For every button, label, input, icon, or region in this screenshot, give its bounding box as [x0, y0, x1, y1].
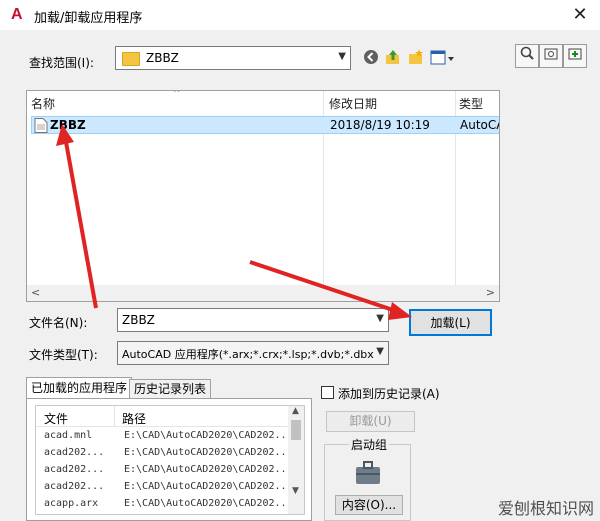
- file-date: 2018/8/19 10:19: [330, 118, 430, 132]
- filetype-value: AutoCAD 应用程序(*.arx;*.crx;*.lsp;*.dvb;*.d…: [122, 348, 374, 361]
- filename-value: ZBBZ: [122, 313, 155, 327]
- list-item[interactable]: acad202... E:\CAD\AutoCAD2020\CAD202...: [36, 447, 293, 464]
- unload-button[interactable]: 卸载(U): [326, 411, 415, 432]
- filename-label: 文件名(N):: [29, 316, 88, 330]
- chevron-down-icon[interactable]: ▼: [376, 346, 384, 357]
- back-icon[interactable]: [362, 49, 380, 67]
- contents-button[interactable]: 内容(O)...: [335, 495, 403, 515]
- watermark: 爱刨根知识网: [497, 499, 594, 518]
- lookin-value: ZBBZ: [146, 51, 179, 65]
- file-type: AutoCA: [460, 118, 499, 132]
- file-row[interactable]: ZBBZ 2018/8/19 10:19 AutoCA: [31, 116, 499, 134]
- scroll-left-icon[interactable]: <: [31, 286, 40, 299]
- folder-icon: [122, 52, 140, 66]
- scroll-down-icon[interactable]: ▼: [292, 486, 299, 496]
- column-type-header[interactable]: 类型: [459, 95, 483, 112]
- startup-suite-group: 启动组 内容(O)...: [324, 436, 411, 521]
- tab-loaded-apps[interactable]: 已加载的应用程序: [26, 377, 133, 400]
- column-name-header[interactable]: 名称: [31, 95, 55, 112]
- find-icon[interactable]: [515, 44, 539, 68]
- window-title: 加载/卸载应用程序: [34, 11, 143, 26]
- new-folder-icon[interactable]: [407, 49, 425, 67]
- list-item[interactable]: acapp.arx E:\CAD\AutoCAD2020\CAD202...: [36, 498, 293, 514]
- list-item[interactable]: acad202... E:\CAD\AutoCAD2020\CAD202...: [36, 464, 293, 481]
- file-icon: [34, 118, 48, 133]
- up-folder-icon[interactable]: [384, 49, 402, 67]
- lookin-combo[interactable]: ZBBZ ▼: [115, 46, 351, 70]
- vertical-scrollbar[interactable]: ▲ ▼: [288, 406, 304, 514]
- views-icon[interactable]: [430, 49, 456, 67]
- chevron-down-icon[interactable]: ▼: [376, 313, 384, 324]
- add-history-label: 添加到历史记录(A): [338, 387, 440, 401]
- scroll-up-icon[interactable]: ▲: [292, 406, 299, 416]
- list-item[interactable]: acad202... E:\CAD\AutoCAD2020\CAD202...: [36, 481, 293, 498]
- loaded-apps-panel: 文件 路径 acad.mnl E:\CAD\AutoCAD2020\CAD202.…: [26, 398, 312, 521]
- horizontal-scrollbar[interactable]: < >: [27, 285, 499, 301]
- autocad-logo-icon: A: [11, 6, 23, 23]
- sort-up-icon: ^: [173, 90, 181, 99]
- chevron-down-icon: ▼: [338, 51, 346, 62]
- add-icon[interactable]: [563, 44, 587, 68]
- load-button[interactable]: 加载(L): [409, 309, 492, 336]
- filetype-combo[interactable]: AutoCAD 应用程序(*.arx;*.crx;*.lsp;*.dvb;*.d…: [117, 341, 389, 365]
- column-date-header[interactable]: 修改日期: [329, 95, 377, 112]
- startup-suite-label: 启动组: [349, 436, 390, 453]
- filename-combo[interactable]: ZBBZ ▼: [117, 308, 389, 332]
- column-file-header[interactable]: 文件: [44, 410, 68, 427]
- list-item[interactable]: acad.mnl E:\CAD\AutoCAD2020\CAD202...: [36, 430, 293, 447]
- title-bar: A 加载/卸载应用程序 ✕: [0, 0, 600, 30]
- lookin-label: 查找范围(I):: [29, 56, 94, 70]
- scroll-thumb[interactable]: [291, 420, 301, 440]
- file-name: ZBBZ: [50, 118, 86, 132]
- loaded-apps-list[interactable]: 文件 路径 acad.mnl E:\CAD\AutoCAD2020\CAD202.…: [35, 405, 305, 515]
- filetype-label: 文件类型(T):: [29, 348, 98, 362]
- close-button[interactable]: ✕: [566, 3, 594, 27]
- tools-icon[interactable]: [539, 44, 563, 68]
- briefcase-icon: [356, 461, 380, 484]
- column-path-header[interactable]: 路径: [122, 410, 146, 427]
- add-history-checkbox[interactable]: [321, 386, 334, 399]
- tab-history[interactable]: 历史记录列表: [129, 379, 212, 399]
- scroll-right-icon[interactable]: >: [486, 286, 495, 299]
- file-list[interactable]: ^ 名称 修改日期 类型 ZBBZ 2018/8/19 10:19 AutoCA…: [26, 90, 500, 302]
